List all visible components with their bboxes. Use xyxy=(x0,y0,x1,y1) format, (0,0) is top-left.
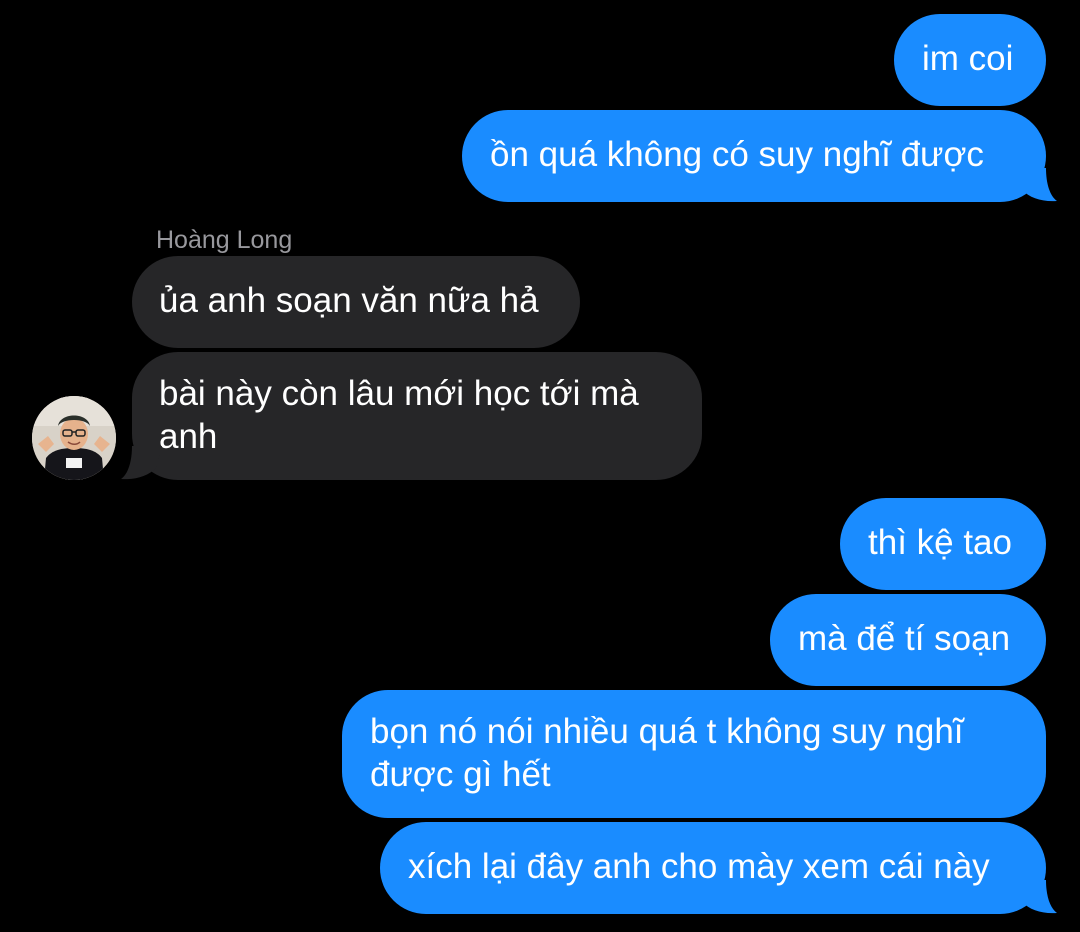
message-bubble-sent[interactable]: im coi xyxy=(894,14,1046,106)
message-text: thì kệ tao xyxy=(868,523,1012,562)
bubble-tail-icon xyxy=(1016,168,1057,202)
message-text: xích lại đây anh cho mày xem cái này xyxy=(408,847,990,886)
bubble-tail-icon xyxy=(121,446,162,480)
bubble-tail-icon xyxy=(1016,880,1057,914)
message-bubble-sent[interactable]: ồn quá không có suy nghĩ được xyxy=(462,110,1046,202)
message-text: bọn nó nói nhiều quá t không suy nghĩ đư… xyxy=(370,712,964,794)
message-text: mà để tí soạn xyxy=(798,619,1011,658)
message-text: ồn quá không có suy nghĩ được xyxy=(490,135,984,174)
message-text: ủa anh soạn văn nữa hả xyxy=(159,281,539,320)
message-bubble-received[interactable]: bài này còn lâu mới học tới mà anh xyxy=(132,352,702,480)
message-bubble-sent[interactable]: mà để tí soạn xyxy=(770,594,1046,686)
avatar-photo-icon xyxy=(32,396,116,480)
sender-name: Hoàng Long xyxy=(156,226,293,254)
message-text: bài này còn lâu mới học tới mà anh xyxy=(159,374,639,456)
message-bubble-sent[interactable]: bọn nó nói nhiều quá t không suy nghĩ đư… xyxy=(342,690,1046,818)
message-bubble-sent[interactable]: thì kệ tao xyxy=(840,498,1046,590)
message-bubble-sent[interactable]: xích lại đây anh cho mày xem cái này xyxy=(380,822,1046,914)
contact-avatar[interactable] xyxy=(32,396,116,480)
message-text: im coi xyxy=(922,39,1014,78)
message-bubble-received[interactable]: ủa anh soạn văn nữa hả xyxy=(132,256,580,348)
